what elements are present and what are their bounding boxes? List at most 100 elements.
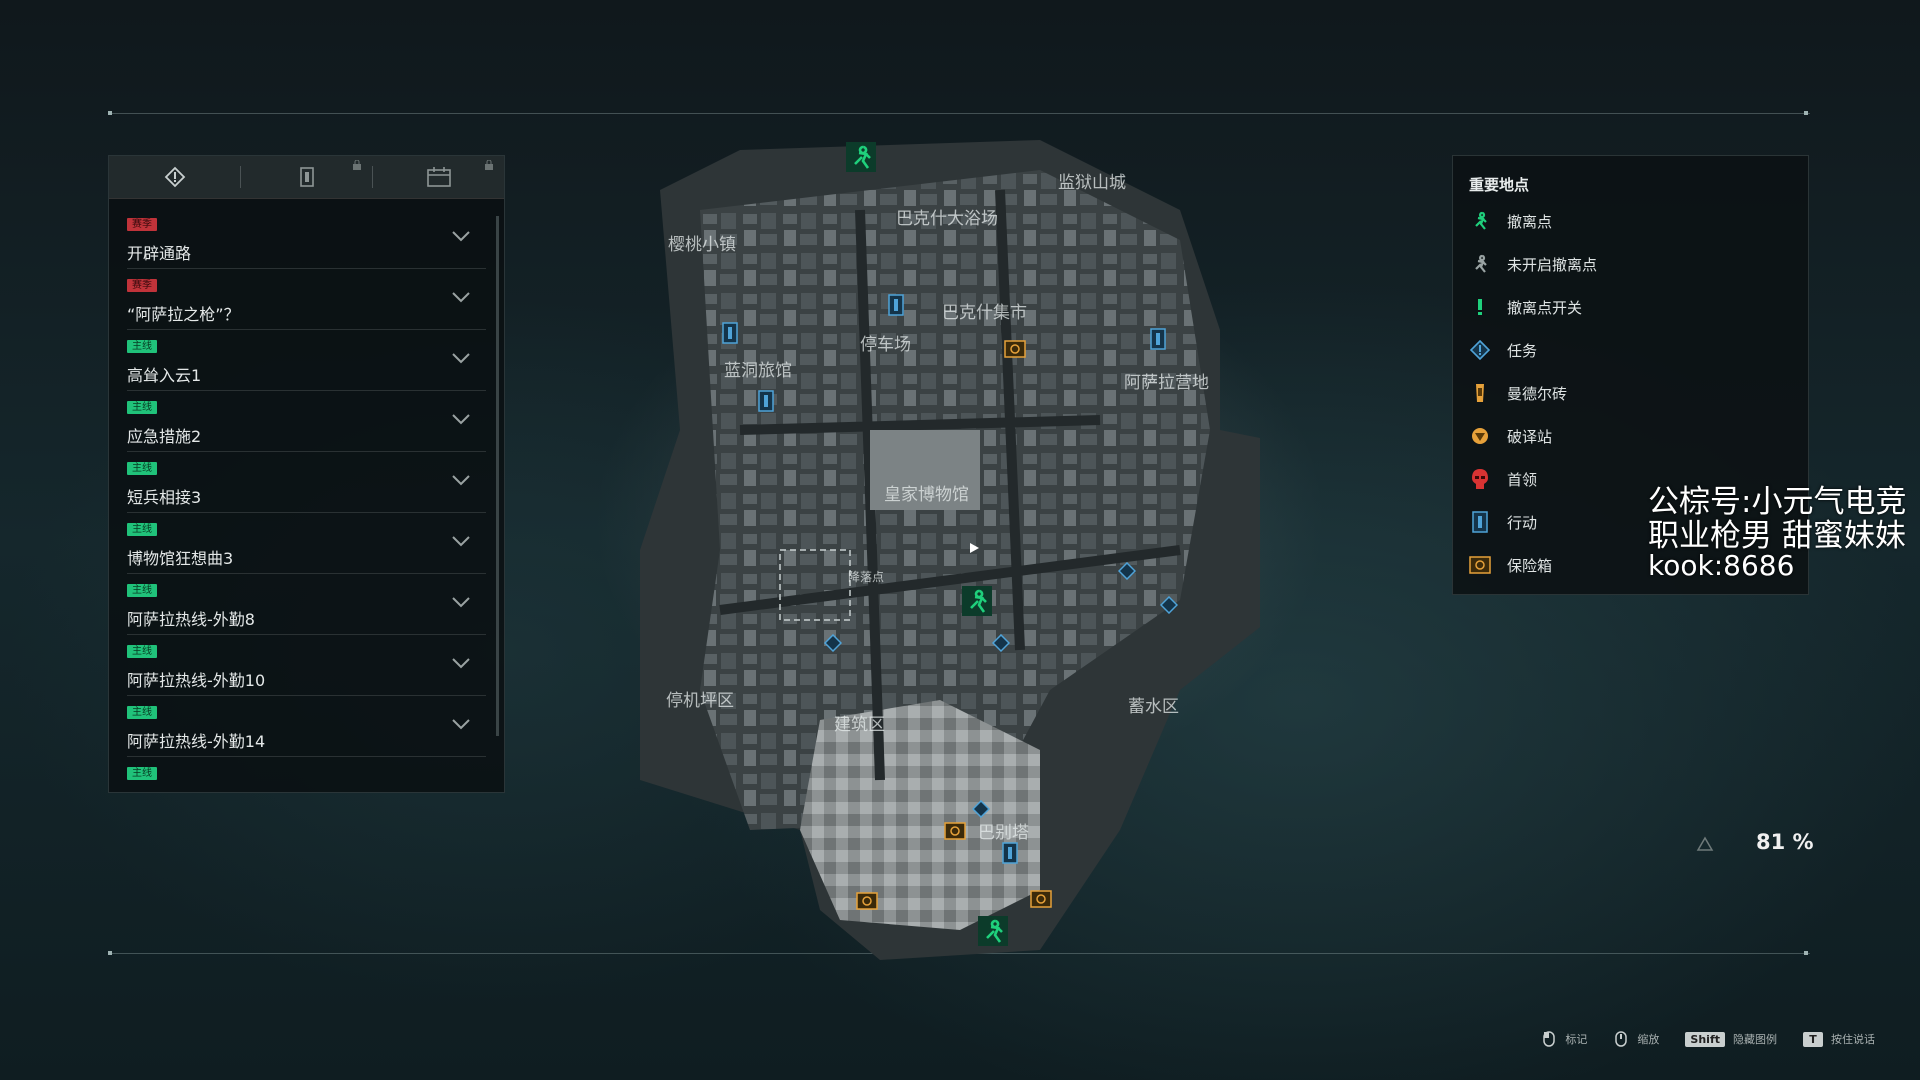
hint-label: 标记 <box>1565 1033 1588 1046</box>
quest-type-badge: 主线 <box>127 523 157 536</box>
chevron-down-icon[interactable] <box>452 718 470 730</box>
exit-runner-icon[interactable] <box>978 916 1008 946</box>
legend-label: 曼德尔砖 <box>1507 384 1568 403</box>
chevron-down-icon[interactable] <box>452 413 470 425</box>
chevron-down-icon[interactable] <box>452 291 470 303</box>
quest-item[interactable]: 主线 高耸入云1 <box>127 330 486 391</box>
frame-corner <box>1804 951 1808 955</box>
quest-title: 博物馆狂想曲3 <box>127 549 234 568</box>
hint-mark: 标记 <box>1541 1030 1587 1048</box>
quest-list[interactable]: 赛季 开辟通路 赛季 “阿萨拉之枪”？ 主线 高耸入云1 主线 应急措施2 主线 短兵相接3 主线博… <box>127 208 486 792</box>
exit-runner-icon[interactable] <box>846 142 876 172</box>
action-icon[interactable] <box>1002 842 1018 864</box>
legend-item-mandel-brick[interactable]: 曼德尔砖 <box>1469 378 1567 408</box>
map-label-helipad: 停机坪区 <box>666 691 734 711</box>
legend-item-decoder[interactable]: 破译站 <box>1469 421 1552 451</box>
map-label-landing: 降落点 <box>848 570 885 584</box>
legend-label: 保险箱 <box>1507 556 1553 575</box>
quest-scrollbar[interactable] <box>496 216 499 736</box>
hint-label: 缩放 <box>1637 1033 1660 1046</box>
task-diamond-icon[interactable] <box>824 634 842 652</box>
watermark-line-3: kook:8686 <box>1648 549 1795 582</box>
quest-item[interactable]: 赛季 “阿萨拉之枪”？ <box>127 269 486 330</box>
action-icon[interactable] <box>1150 328 1166 350</box>
inactive-exit-icon <box>1475 254 1487 273</box>
legend-item-exit-switch[interactable]: 撤离点开关 <box>1469 292 1582 322</box>
quest-tabs <box>109 156 504 199</box>
legend-item-task[interactable]: 任务 <box>1469 335 1537 365</box>
quest-type-badge: 赛季 <box>127 218 157 231</box>
quest-title: 短兵相接3 <box>127 488 202 507</box>
legend-title: 重要地点 <box>1469 176 1530 194</box>
quest-item[interactable]: 主线阿萨拉热线-外勤8 <box>127 574 486 635</box>
quest-item[interactable]: 赛季 开辟通路 <box>127 208 486 269</box>
quest-title: 阿萨拉热线-外勤8 <box>127 610 255 629</box>
hint-label: 隐藏图例 <box>1733 1033 1777 1046</box>
frame-corner <box>108 951 112 955</box>
map-label-sakura-town: 樱桃小镇 <box>668 235 736 255</box>
action-icon[interactable] <box>722 322 738 344</box>
task-diamond-icon <box>164 166 185 188</box>
exit-runner-icon <box>1475 211 1487 230</box>
quest-title: “阿萨拉之枪”？ <box>127 305 240 324</box>
quest-type-badge: 主线 <box>127 584 157 597</box>
legend-label: 撤离点开关 <box>1507 298 1583 317</box>
chevron-down-icon[interactable] <box>452 535 470 547</box>
hint-label: 按住说话 <box>1831 1033 1875 1046</box>
tab-calendar[interactable] <box>373 156 504 198</box>
chevron-down-icon[interactable] <box>452 230 470 242</box>
safe-icon[interactable] <box>856 892 878 910</box>
zoom-triangle-icon <box>1696 836 1714 851</box>
legend-item-boss[interactable]: 首领 <box>1469 464 1537 494</box>
safe-icon[interactable] <box>1030 890 1052 908</box>
quest-item[interactable]: 主线短兵相接3 <box>127 452 486 513</box>
quest-item[interactable]: 主线 应急措施2 <box>127 391 486 452</box>
calendar-icon <box>426 167 451 187</box>
mouse-icon <box>1543 1031 1556 1047</box>
lock-icon <box>353 160 361 170</box>
chevron-down-icon[interactable] <box>452 657 470 669</box>
action-icon[interactable] <box>758 390 774 412</box>
decoder-icon <box>1472 428 1488 444</box>
quest-item[interactable]: 主线 阿萨拉热线-外勤10 <box>127 635 486 696</box>
legend-item-exit[interactable]: 撤离点 <box>1469 206 1552 236</box>
chevron-down-icon[interactable] <box>452 474 470 486</box>
legend-item-action[interactable]: 行动 <box>1469 507 1537 537</box>
quest-type-badge: 主线 <box>127 645 157 658</box>
key-shift: Shift <box>1685 1031 1725 1047</box>
tactical-map[interactable] <box>620 130 1260 970</box>
boss-skull-icon <box>1472 469 1488 489</box>
legend-label: 撤离点 <box>1507 212 1553 231</box>
action-icon <box>1472 511 1488 533</box>
tab-actions[interactable] <box>241 156 372 198</box>
safe-icon[interactable] <box>1004 340 1026 358</box>
quest-item[interactable]: 主线博物馆狂想曲3 <box>127 513 486 574</box>
key-t: T <box>1803 1031 1823 1047</box>
hint-hide-legend[interactable]: Shift 隐藏图例 <box>1685 1031 1777 1047</box>
frame-corner <box>108 111 112 115</box>
task-diamond-icon[interactable] <box>1160 596 1178 614</box>
action-icon <box>299 167 314 187</box>
map-label-camp: 阿萨拉营地 <box>1124 373 1209 393</box>
quest-item[interactable]: 主线 阿萨拉热线-外勤14 <box>127 696 486 757</box>
legend-item-inactive-exit[interactable]: 未开启撤离点 <box>1469 249 1597 279</box>
chevron-down-icon[interactable] <box>452 596 470 608</box>
quest-type-badge: 主线 <box>127 462 157 475</box>
legend-label: 首领 <box>1507 470 1538 489</box>
exit-switch-icon <box>1478 299 1482 315</box>
quest-item[interactable]: 主线 <box>127 757 486 792</box>
task-diamond-icon[interactable] <box>972 800 990 818</box>
safe-icon[interactable] <box>944 822 966 840</box>
quest-title: 阿萨拉热线-外勤14 <box>127 732 266 751</box>
action-icon[interactable] <box>888 294 904 316</box>
map-label-construction: 建筑区 <box>834 715 885 735</box>
tab-tasks[interactable] <box>109 156 240 198</box>
task-diamond-icon[interactable] <box>1118 562 1136 580</box>
exit-runner-icon[interactable] <box>962 586 992 616</box>
legend-item-safe[interactable]: 保险箱 <box>1469 550 1552 580</box>
hint-push-to-talk[interactable]: T 按住说话 <box>1803 1031 1875 1047</box>
chevron-down-icon[interactable] <box>452 352 470 364</box>
quest-title: 开辟通路 <box>127 244 192 263</box>
player-cursor-icon <box>970 543 979 553</box>
task-diamond-icon[interactable] <box>992 634 1010 652</box>
